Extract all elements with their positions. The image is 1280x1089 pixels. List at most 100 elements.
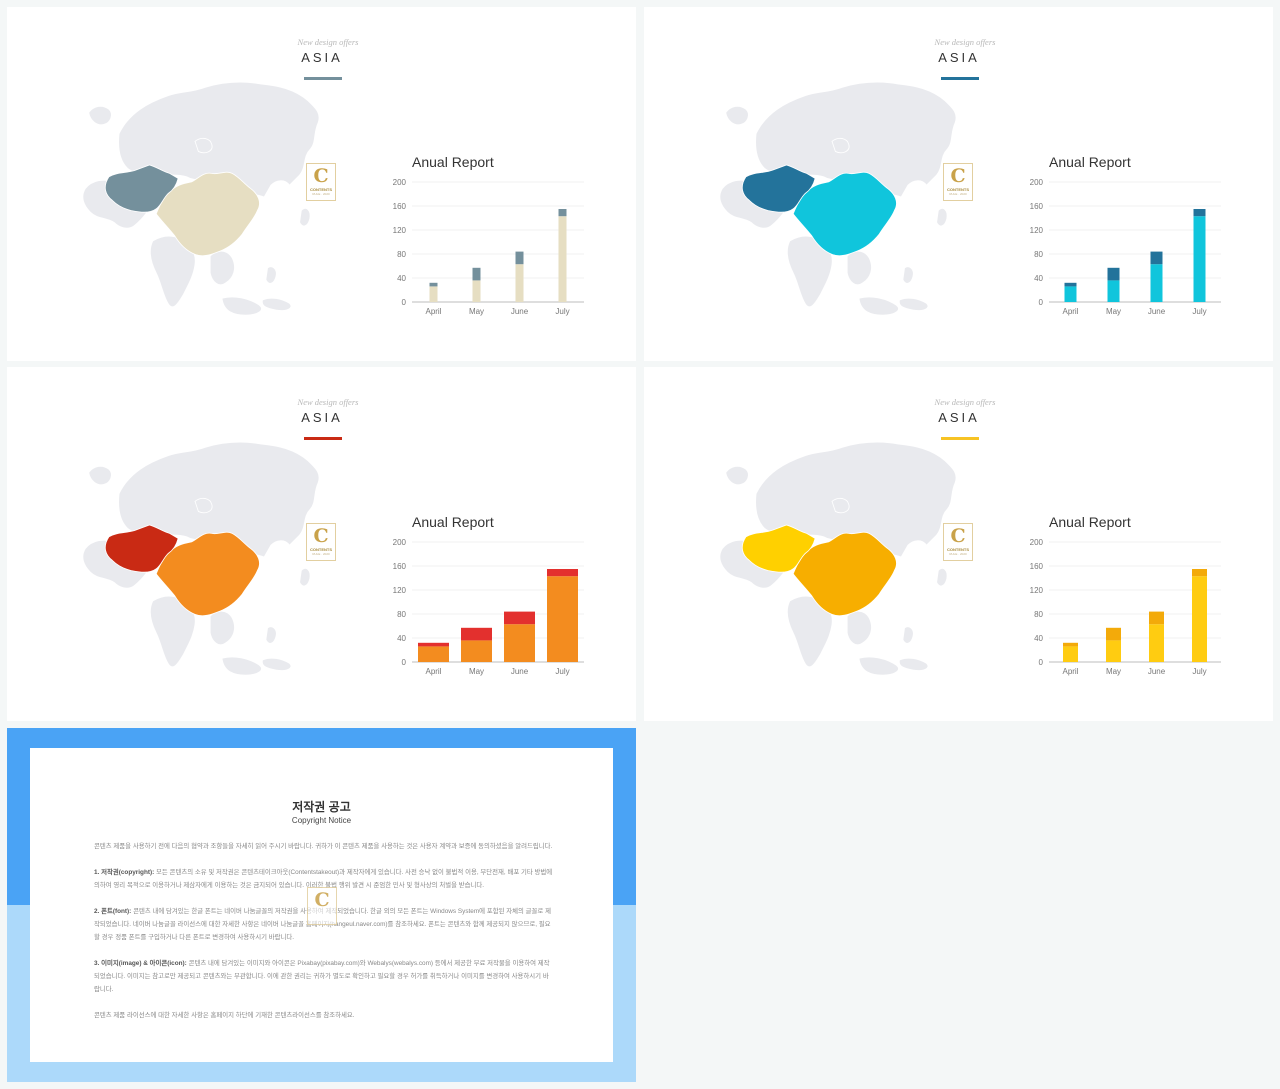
notice-p1-head: 1. 저작권(copyright): (94, 869, 155, 876)
y-tick-label: 80 (1034, 610, 1043, 619)
y-tick-label: 80 (1034, 250, 1043, 259)
bar-bottom-april (1064, 286, 1077, 302)
bar-bottom-may (472, 280, 481, 302)
bar-top-may (1107, 267, 1120, 281)
map-land-6 (299, 208, 311, 227)
slide-asia-2: New design offers ASIA C CONTENTS RULE · 202… (644, 7, 1273, 361)
map-land-3 (209, 250, 235, 286)
y-tick-label: 0 (402, 298, 407, 307)
y-tick-label: 40 (1034, 274, 1043, 283)
notice-intro: 콘텐츠 제품을 사용하기 전에 다음의 협약과 조항들을 자세히 읽어 주시기 … (94, 843, 553, 850)
x-tick-label: June (511, 307, 529, 316)
x-tick-label: May (1106, 667, 1121, 676)
logo-letter: C (314, 889, 330, 911)
y-tick-label: 160 (1030, 562, 1044, 571)
map-land-5 (902, 626, 914, 644)
map-land-7 (261, 297, 292, 311)
watermark-logo: C (307, 887, 337, 925)
y-tick-label: 40 (1034, 634, 1043, 643)
tagline: New design offers (934, 37, 996, 47)
bar-top-may (472, 267, 481, 281)
map-land-4 (221, 296, 262, 316)
y-tick-label: 120 (1030, 226, 1044, 235)
y-tick-label: 120 (393, 586, 407, 595)
y-tick-label: 0 (1039, 298, 1044, 307)
map-land-6 (936, 208, 948, 227)
logo-letter: C (313, 165, 329, 187)
map-land-4 (858, 656, 899, 676)
bar-bottom-april (418, 646, 449, 662)
slide-asia-4: New design offers ASIA C CONTENTS RULE · 202… (644, 367, 1273, 721)
y-tick-label: 200 (393, 178, 407, 187)
bar-bottom-april (429, 286, 438, 302)
map-land-7 (898, 657, 929, 671)
copyright-card: 저작권 공고 Copyright Notice 콘텐츠 제품을 사용하기 전에 … (30, 748, 613, 1062)
logo-badge: C CONTENTS RULE · 2020 (306, 523, 336, 561)
logo-badge: C CONTENTS RULE · 2020 (306, 163, 336, 201)
bar-top-july (1193, 209, 1206, 217)
x-tick-label: April (425, 667, 441, 676)
bar-top-april (1063, 642, 1078, 647)
bar-top-june (515, 251, 524, 265)
logo-subtext: RULE · 2020 (312, 192, 330, 196)
x-tick-label: April (1062, 307, 1078, 316)
x-tick-label: May (1106, 307, 1121, 316)
bar-bottom-july (547, 576, 578, 662)
x-tick-label: May (469, 667, 484, 676)
logo-subtext: RULE · 2020 (949, 552, 967, 556)
tagline: New design offers (297, 37, 359, 47)
bar-bottom-june (1149, 624, 1164, 662)
x-tick-label: April (1062, 667, 1078, 676)
x-tick-label: June (511, 667, 529, 676)
notice-image-paragraph: 3. 이미지(image) & 아이콘(icon): 콘텐츠 내에 담겨있는 이… (94, 957, 554, 996)
y-tick-label: 160 (393, 202, 407, 211)
map-land-7 (898, 297, 929, 311)
y-tick-label: 200 (1030, 178, 1044, 187)
x-tick-label: July (555, 667, 569, 676)
y-tick-label: 200 (393, 538, 407, 547)
map-land-6 (299, 568, 311, 587)
y-tick-label: 160 (393, 562, 407, 571)
bar-bottom-may (461, 640, 492, 662)
bar-bottom-july (1192, 576, 1207, 662)
map-land-4 (858, 296, 899, 316)
logo-subtext: RULE · 2020 (949, 192, 967, 196)
asia-map (82, 441, 320, 676)
y-tick-label: 0 (402, 658, 407, 667)
bar-top-june (1149, 611, 1164, 625)
bar-top-april (1064, 282, 1077, 287)
y-tick-label: 40 (397, 634, 406, 643)
y-tick-label: 80 (397, 250, 406, 259)
logo-badge: C CONTENTS RULE · 2020 (943, 163, 973, 201)
slide-asia-1: New design offers ASIA C CONTENTS RULE · 202… (7, 7, 636, 361)
map-land-7 (261, 657, 292, 671)
notice-outro: 콘텐츠 제품 라이선스에 대한 자세한 사항은 홈페이지 하단에 기재한 콘텐츠… (94, 1012, 355, 1019)
map-land-4 (221, 656, 262, 676)
notice-p3-head: 3. 이미지(image) & 아이콘(icon): (94, 960, 187, 967)
logo-letter: C (313, 525, 329, 547)
bar-top-may (461, 627, 492, 641)
map-land-3 (846, 610, 872, 646)
bar-bottom-july (1193, 216, 1206, 302)
chart-title: Anual Report (412, 514, 494, 530)
bar-bottom-june (504, 624, 535, 662)
map-land-8 (725, 465, 749, 486)
bar-bottom-june (515, 264, 524, 302)
bar-top-july (1192, 569, 1207, 577)
bar-bottom-may (1106, 640, 1121, 662)
slide-asia-3: New design offers ASIA C CONTENTS RULE · 202… (7, 367, 636, 721)
chart-title: Anual Report (1049, 154, 1131, 170)
copyright-slide: 저작권 공고 Copyright Notice 콘텐츠 제품을 사용하기 전에 … (7, 728, 636, 1082)
bar-chart: Anual Report 0 40 80 120 160 200 April May June Ju… (393, 154, 584, 316)
notice-p1-body: 모든 콘텐츠의 소유 및 저작권은 콘텐츠테이크아웃(Contentstakeo… (94, 869, 553, 889)
chart-title: Anual Report (412, 154, 494, 170)
logo-letter: C (950, 525, 966, 547)
bar-bottom-july (558, 216, 567, 302)
asia-map (719, 81, 957, 316)
x-tick-label: April (425, 307, 441, 316)
tagline: New design offers (934, 397, 996, 407)
notice-p2-head: 2. 폰트(font): (94, 908, 132, 915)
x-tick-label: May (469, 307, 484, 316)
logo-subtext: RULE · 2020 (312, 552, 330, 556)
y-tick-label: 120 (393, 226, 407, 235)
